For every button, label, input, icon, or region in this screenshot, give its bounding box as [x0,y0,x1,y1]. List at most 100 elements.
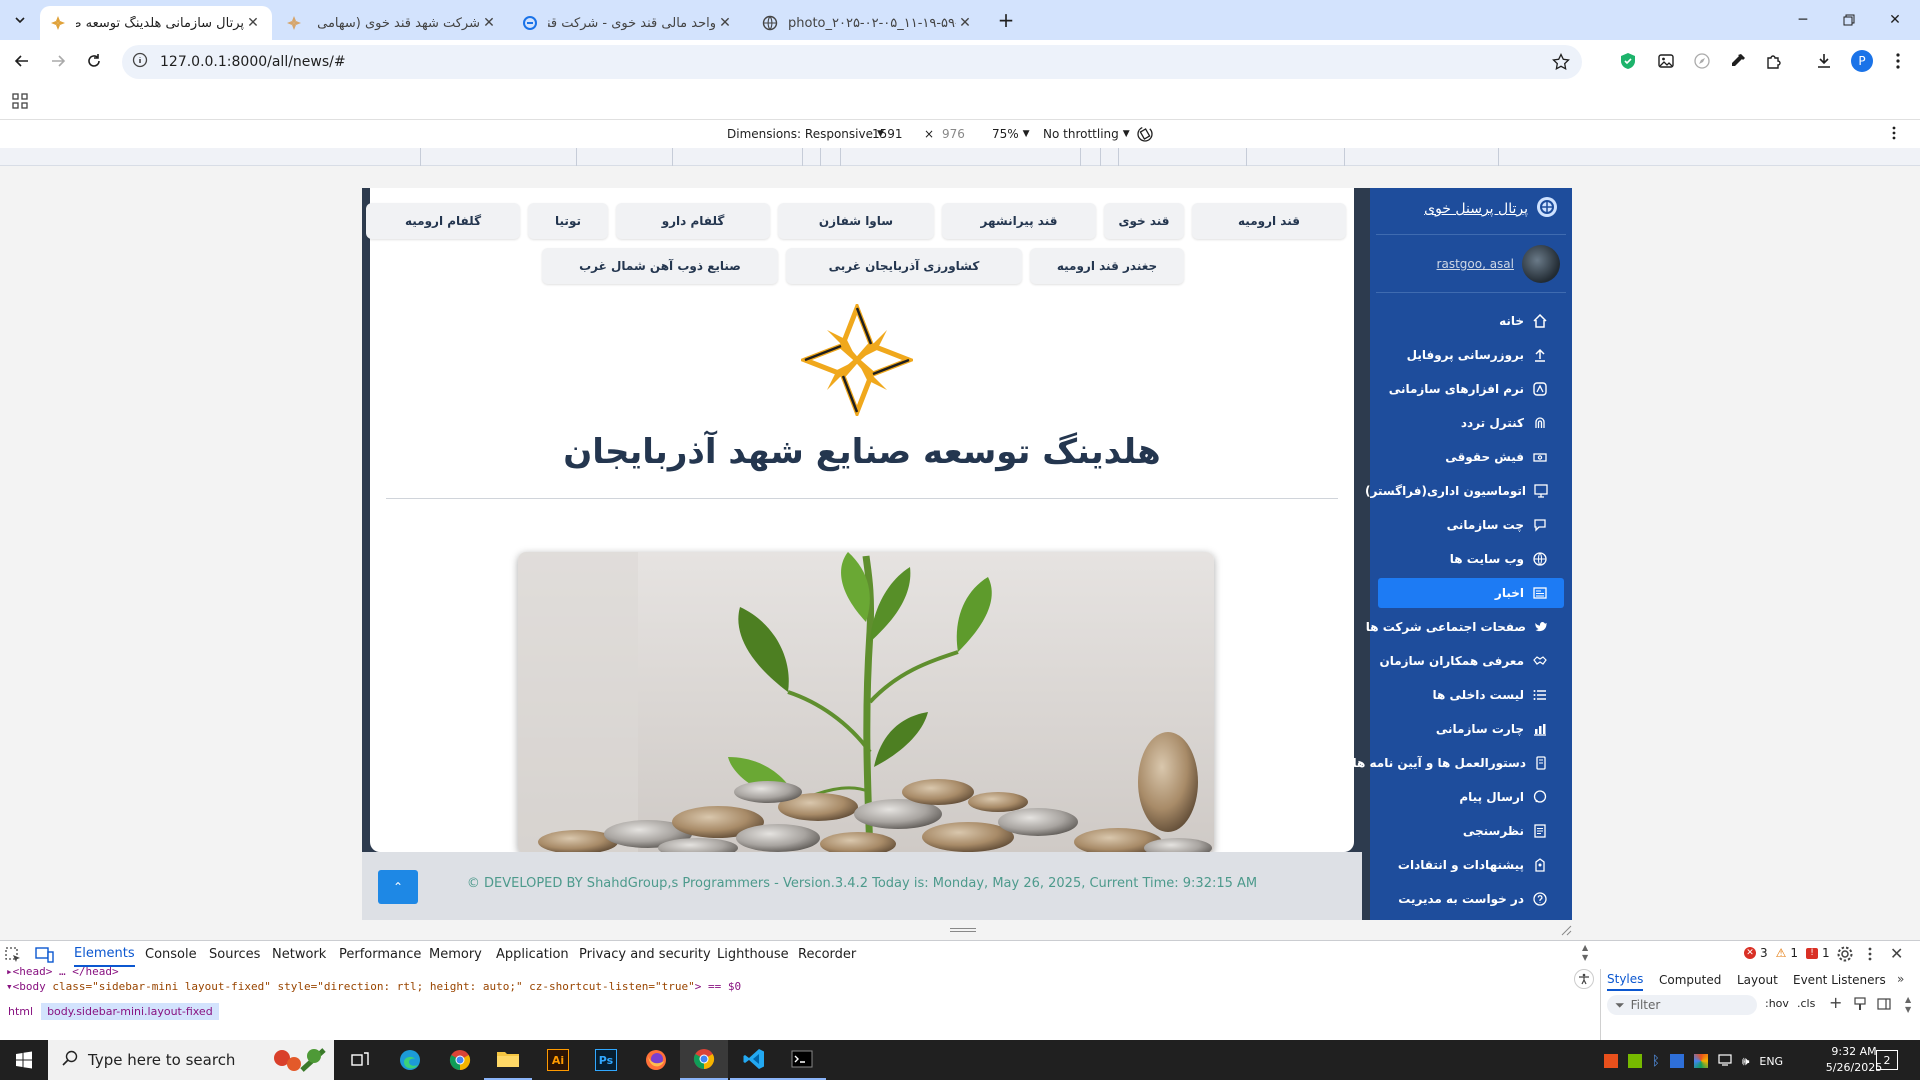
tray-nvidia-icon[interactable] [1628,1054,1642,1068]
throttling-dropdown[interactable]: No throttling ▼ [1043,127,1130,141]
terminal-icon[interactable] [778,1040,826,1080]
dom-node-head[interactable]: ▸<head> … </head> [6,965,119,978]
sidebar-item-suggestions[interactable]: پیشنهادات و انتقادات [1378,850,1564,880]
company-button-beet-urmia[interactable]: جغندر قند ارومیه [1030,248,1184,284]
sidebar-item-org-chart[interactable]: چارت سازمانی [1378,714,1564,744]
tab-computed[interactable]: Computed [1659,969,1721,991]
chrome-active-icon[interactable] [680,1040,728,1080]
styles-filter-input[interactable]: ⏷ Filter [1607,995,1757,1015]
tray-app-orange-icon[interactable] [1604,1054,1618,1068]
forward-icon[interactable] [42,45,74,77]
height-input[interactable]: 976 [942,124,992,144]
sidebar-item-social-pages[interactable]: صفحات اجتماعی شرکت ها [1366,612,1564,642]
sidebar-item-payslip[interactable]: فیش حقوقی [1378,442,1564,472]
company-button-sava[interactable]: ساوا شفازن [778,203,934,239]
browser-tab-portal[interactable]: پرتال سازمانی هلدینگ توسعه صنا ✕ [40,6,272,40]
devtools-more-icon[interactable] [1868,947,1872,965]
crumb-html[interactable]: html [0,1005,41,1018]
minimize-window-icon[interactable]: ─ [1780,0,1826,40]
bluetooth-icon[interactable]: ᛒ [1652,1054,1660,1069]
browser-tab-shahd[interactable]: شرکت شهد قند خوی (سهامی عام ✕ [276,6,508,40]
tab-recorder[interactable]: Recorder [798,941,856,967]
company-button-urmia-sugar[interactable]: قند ارومیه [1192,203,1346,239]
eyedropper-icon[interactable] [1722,45,1754,77]
firefox-icon[interactable] [632,1040,680,1080]
resize-corner-icon[interactable] [1560,924,1572,940]
close-window-icon[interactable]: ✕ [1872,0,1918,40]
user-name[interactable]: rastgoo, asal [1437,257,1514,271]
profile-avatar[interactable]: P [1846,45,1878,77]
chrome-icon[interactable] [436,1040,484,1080]
sidebar-item-chat[interactable]: چت سازمانی [1378,510,1564,540]
edge-browser-icon[interactable] [386,1040,434,1080]
downloads-icon[interactable] [1808,45,1840,77]
device-more-icon[interactable] [1892,126,1896,143]
illustrator-icon[interactable]: Ai [534,1040,582,1080]
image-extension-icon[interactable] [1650,45,1682,77]
tab-search-button[interactable] [4,4,36,36]
task-view-icon[interactable] [336,1040,384,1080]
sidebar-item-websites[interactable]: وب سایت ها [1378,544,1564,574]
sidebar-item-internal-list[interactable]: لیست داخلی ها [1378,680,1564,710]
vscode-icon[interactable] [730,1040,778,1080]
sidebar-item-management-request[interactable]: در خواست به مدیریت [1378,884,1564,914]
close-tab-icon[interactable]: ✕ [956,14,974,32]
dom-scroll-arrows[interactable]: ▲ ▼ [1582,943,1588,963]
dom-node-body[interactable]: ▾<body class="sidebar-mini layout-fixed"… [6,980,741,993]
company-button-golfam-urmia[interactable]: گلفام ارومیه [366,203,520,239]
sidebar-item-home[interactable]: خانه [1378,306,1564,336]
zoom-dropdown[interactable]: 75% ▼ [992,127,1030,141]
language-indicator[interactable]: ENG [1759,1055,1783,1068]
sidebar-item-poll[interactable]: نظرسنجی [1378,816,1564,846]
notification-center-icon[interactable]: 2 [1876,1050,1898,1070]
close-tab-icon[interactable]: ✕ [480,14,498,32]
accessibility-icon[interactable] [1574,969,1594,989]
site-info-icon[interactable] [132,52,154,72]
file-explorer-icon[interactable] [484,1040,532,1080]
tab-elements[interactable]: Elements [74,941,135,967]
new-tab-button[interactable]: + [990,4,1022,36]
sidebar-item-profile-update[interactable]: بروزرسانی پروفایل [1378,340,1564,370]
apps-grid-icon[interactable] [4,85,36,117]
compass-extension-icon[interactable] [1686,45,1718,77]
tab-event-listeners[interactable]: Event Listeners [1793,969,1886,991]
shield-extension-icon[interactable] [1612,45,1644,77]
sidebar-item-colleagues[interactable]: معرفی همکاران سازمان [1378,646,1564,676]
tab-console[interactable]: Console [145,941,197,967]
cls-toggle[interactable]: .cls [1797,997,1815,1010]
browser-tab-photo[interactable]: photo_۲۰۲۵-۰۲-۰۵_۱۱-۱۹-۵۹-r1z5 ✕ [752,6,984,40]
restore-window-icon[interactable] [1826,0,1872,40]
company-button-agriculture[interactable]: کشاورزی آذربایجان غربی [786,248,1022,284]
bookmark-star-icon[interactable] [1552,52,1570,75]
tab-styles[interactable]: Styles [1607,969,1644,991]
back-to-top-button[interactable]: ⌃ [378,870,418,904]
sidebar-item-attendance[interactable]: کنترل تردد [1378,408,1564,438]
tab-layout[interactable]: Layout [1737,969,1778,991]
company-button-khoy-sugar[interactable]: قند خوی [1104,203,1184,239]
extensions-puzzle-icon[interactable] [1758,45,1790,77]
company-button-tutia[interactable]: توتیا [528,203,608,239]
crumb-body[interactable]: body.sidebar-mini.layout-fixed [41,1002,219,1020]
sidebar-item-software[interactable]: نرم افزارهای سازمانی [1378,374,1564,404]
address-bar[interactable]: 127.0.0.1:8000/all/news/# [122,45,1582,79]
resize-handle-bottom[interactable] [950,928,976,932]
issue-counters[interactable]: ✕ 3 ⚠ 1 ! 1 [1744,946,1830,960]
news-image-plant-coins[interactable] [518,552,1214,854]
sidebar-brand[interactable]: پرتال پرسنل خوی [1370,188,1572,230]
sidebar-item-regulations[interactable]: دستورالعمل ها و آیین نامه ها [1353,748,1564,778]
volume-icon[interactable]: 🕪 [1742,1054,1750,1069]
taskbar-search-box[interactable]: Type here to search [48,1040,334,1080]
chrome-menu-icon[interactable] [1882,45,1914,77]
network-icon[interactable] [1718,1052,1732,1070]
tab-privacy-security[interactable]: Privacy and security [579,941,711,967]
settings-gear-icon[interactable] [1836,945,1854,967]
sidebar-user-panel[interactable]: rastgoo, asal [1370,240,1572,288]
back-icon[interactable] [6,45,38,77]
more-tabs-icon[interactable]: » [1897,972,1904,986]
sidebar-item-office-automation[interactable]: اتوماسیون اداری(فراگستر) [1365,476,1564,506]
browser-tab-finance[interactable]: واحد مالی قند خوی - شرکت قند ✕ [512,6,744,40]
tab-application[interactable]: Application [496,941,569,967]
url-text[interactable]: 127.0.0.1:8000/all/news/# [160,54,346,70]
width-input[interactable]: 1591 [872,124,922,144]
dimensions-dropdown[interactable]: Dimensions: Responsive ▼ [727,127,884,141]
